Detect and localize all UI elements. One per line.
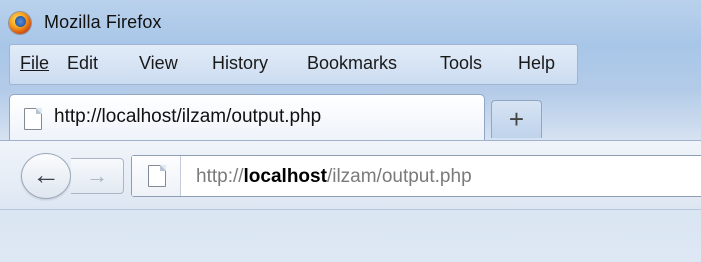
forward-button[interactable]: → — [71, 158, 124, 194]
menu-help[interactable]: Help — [518, 53, 555, 74]
page-icon — [148, 165, 166, 187]
tab-active[interactable]: http://localhost/ilzam/output.php — [9, 94, 485, 141]
url-bar[interactable]: http://localhost/ilzam/output.php — [131, 155, 701, 197]
url-scheme: http:// — [196, 166, 244, 187]
firefox-logo-icon[interactable] — [9, 12, 31, 34]
plus-icon: + — [508, 104, 525, 134]
menu-file[interactable]: File — [20, 53, 49, 74]
url-host: localhost — [243, 166, 327, 187]
menu-bookmarks[interactable]: Bookmarks — [307, 53, 397, 74]
page-icon — [24, 108, 42, 130]
menu-bar: File Edit View History Bookmarks Tools H… — [9, 44, 578, 85]
url-text[interactable]: http://localhost/ilzam/output.php — [196, 166, 472, 188]
site-identity-button[interactable] — [132, 156, 181, 196]
url-path: /ilzam/output.php — [326, 166, 472, 187]
new-tab-button[interactable]: + — [491, 100, 542, 138]
back-button[interactable]: ← — [21, 153, 71, 199]
window-title: Mozilla Firefox — [44, 12, 162, 32]
menu-view[interactable]: View — [139, 53, 178, 74]
menu-history[interactable]: History — [212, 53, 268, 74]
menu-tools[interactable]: Tools — [440, 53, 482, 74]
title-bar: Mozilla Firefox — [0, 0, 701, 44]
menu-edit[interactable]: Edit — [67, 53, 98, 74]
tab-title: http://localhost/ilzam/output.php — [54, 106, 322, 127]
forward-arrow-icon: → — [86, 163, 108, 188]
navigation-toolbar: ← → http://localhost/ilzam/output.php — [0, 140, 701, 210]
back-arrow-icon: ← — [32, 159, 60, 190]
browser-window: Mozilla Firefox File Edit View History B… — [0, 0, 701, 262]
